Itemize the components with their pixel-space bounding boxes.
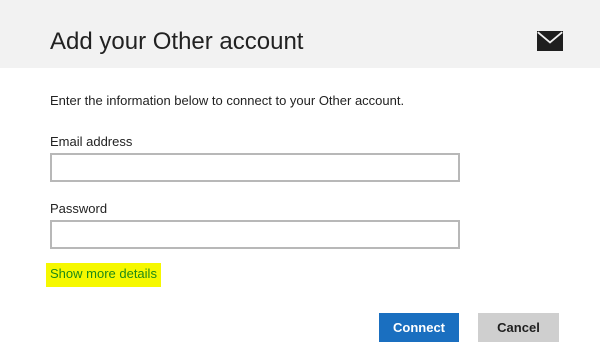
show-more-details-link[interactable]: Show more details bbox=[46, 263, 161, 287]
connect-button[interactable]: Connect bbox=[379, 313, 459, 342]
intro-text: Enter the information below to connect t… bbox=[50, 93, 405, 108]
cancel-button[interactable]: Cancel bbox=[478, 313, 559, 342]
password-label: Password bbox=[50, 201, 108, 216]
password-field[interactable] bbox=[50, 220, 460, 249]
email-label: Email address bbox=[50, 134, 133, 149]
email-field[interactable] bbox=[50, 153, 460, 182]
dialog-header: Add your Other account bbox=[0, 0, 600, 68]
mail-envelope-icon bbox=[537, 31, 563, 51]
dialog-title: Add your Other account bbox=[50, 28, 304, 55]
